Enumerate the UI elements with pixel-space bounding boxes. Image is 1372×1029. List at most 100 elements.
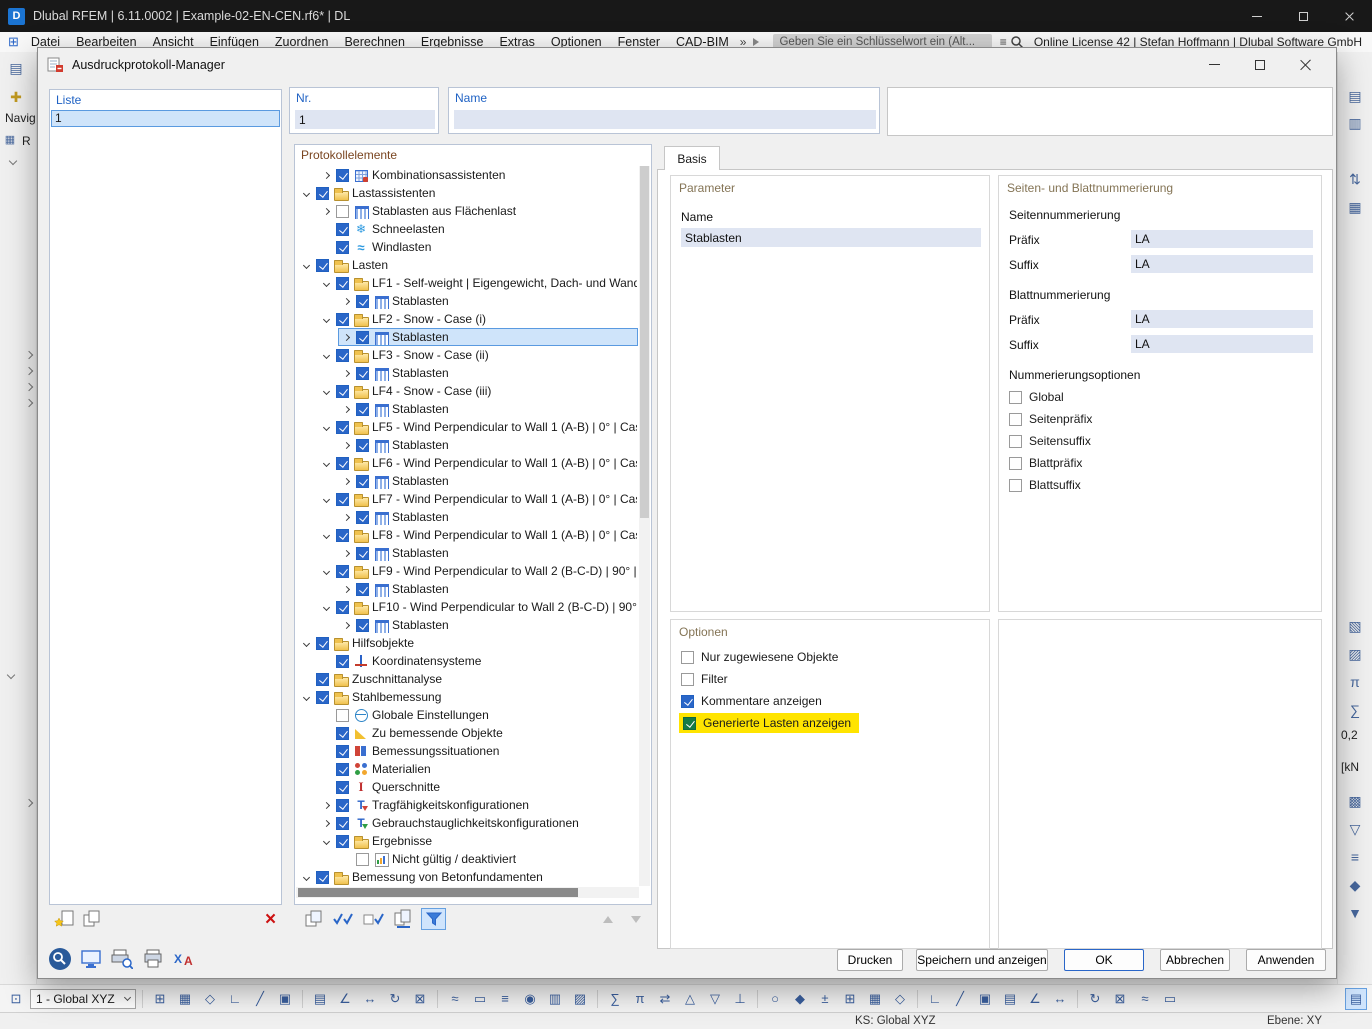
scroll-up-icon[interactable] bbox=[595, 908, 620, 930]
tree-checkbox[interactable] bbox=[356, 439, 369, 452]
tree-item-label[interactable]: Stablasten bbox=[392, 438, 449, 452]
results-icon[interactable]: ± bbox=[814, 988, 836, 1010]
plane-xy-icon[interactable]: ▤ bbox=[309, 988, 331, 1010]
tree-item-label[interactable]: Zu bemessende Objekte bbox=[372, 726, 503, 740]
tree-item-label[interactable]: LF7 - Wind Perpendicular to Wall 1 (A-B)… bbox=[372, 492, 638, 506]
tree-expand-arrow-icon[interactable] bbox=[319, 527, 334, 543]
ok-button[interactable]: OK bbox=[1064, 949, 1144, 971]
page-suffix-input[interactable] bbox=[1131, 255, 1313, 273]
ortho-icon[interactable]: ∟ bbox=[224, 988, 246, 1010]
tree-checkbox[interactable] bbox=[316, 259, 329, 272]
tree-item-label[interactable]: LF1 - Self-weight | Eigengewicht, Dach- … bbox=[372, 276, 638, 290]
tree-checkbox[interactable] bbox=[336, 223, 349, 236]
tree-item-label[interactable]: LF3 - Snow - Case (ii) bbox=[372, 348, 489, 362]
tree-checkbox[interactable] bbox=[316, 187, 329, 200]
cancel-button[interactable]: Abbrechen bbox=[1160, 949, 1230, 971]
tree-expand-arrow-icon[interactable] bbox=[319, 419, 334, 435]
tree-expand-arrow-icon[interactable] bbox=[339, 617, 354, 633]
tree-checkbox[interactable] bbox=[356, 853, 369, 866]
tree-checkbox[interactable] bbox=[336, 709, 349, 722]
tree-checkbox[interactable] bbox=[356, 619, 369, 632]
tree-item-label[interactable]: LF10 - Wind Perpendicular to Wall 2 (B-C… bbox=[372, 600, 638, 614]
chart-icon[interactable]: ▧ bbox=[1344, 615, 1366, 637]
fullscreen-icon[interactable]: ▭ bbox=[1159, 988, 1181, 1010]
tree-item-label[interactable]: Lasten bbox=[352, 258, 388, 272]
grid-icon[interactable]: ▦ bbox=[174, 988, 196, 1010]
save-and-show-button[interactable]: Speichern und anzeigen bbox=[916, 949, 1048, 971]
scrollbar-thumb[interactable] bbox=[298, 888, 578, 897]
edit-icon[interactable]: ✚ bbox=[5, 86, 27, 108]
numbering-icon[interactable]: ⊥ bbox=[729, 988, 751, 1010]
export-icon[interactable]: ▼ bbox=[1344, 902, 1366, 924]
tree-checkbox[interactable] bbox=[356, 367, 369, 380]
tree-checkbox[interactable] bbox=[356, 331, 369, 344]
numbering-option-checkbox[interactable] bbox=[1009, 435, 1022, 448]
tree-checkbox[interactable] bbox=[356, 511, 369, 524]
tree-item-label[interactable]: Globale Einstellungen bbox=[372, 708, 489, 722]
tree-item-label[interactable]: LF8 - Wind Perpendicular to Wall 1 (A-B)… bbox=[372, 528, 638, 542]
tree-expand-arrow-icon[interactable] bbox=[339, 365, 354, 381]
check-selected-icon[interactable] bbox=[361, 908, 386, 930]
tree-checkbox[interactable] bbox=[336, 421, 349, 434]
tree-item-label[interactable]: Stablasten bbox=[392, 294, 449, 308]
expanded-item-icon[interactable] bbox=[7, 671, 15, 679]
tree-expand-arrow-icon[interactable] bbox=[319, 815, 334, 831]
tree-checkbox[interactable] bbox=[316, 673, 329, 686]
numbering-option-checkbox[interactable] bbox=[1009, 391, 1022, 404]
sum-icon[interactable]: ∑ bbox=[1344, 699, 1366, 721]
wireframe-icon[interactable]: ▽ bbox=[704, 988, 726, 1010]
tree-item-label[interactable]: Hilfsobjekte bbox=[352, 636, 414, 650]
tree-checkbox[interactable] bbox=[336, 727, 349, 740]
tree-item-label[interactable]: Stablasten bbox=[392, 402, 449, 416]
tree-checkbox[interactable] bbox=[336, 529, 349, 542]
copy-icon[interactable]: ▭ bbox=[469, 988, 491, 1010]
numbering-option-checkbox[interactable] bbox=[1009, 479, 1022, 492]
clipping-icon[interactable]: ⇄ bbox=[654, 988, 676, 1010]
tree-item-label[interactable]: Stablasten aus Flächenlast bbox=[372, 204, 516, 218]
collapsed-item-icon[interactable] bbox=[25, 383, 33, 391]
tree-checkbox[interactable] bbox=[336, 565, 349, 578]
tree-checkbox[interactable] bbox=[336, 169, 349, 182]
tree-expand-arrow-icon[interactable] bbox=[319, 455, 334, 471]
tree-expand-arrow-icon[interactable] bbox=[319, 599, 334, 615]
supports-icon[interactable]: ○ bbox=[764, 988, 786, 1010]
tree-item-label[interactable]: Stablasten bbox=[392, 474, 449, 488]
tree-expand-arrow-icon[interactable] bbox=[319, 167, 334, 183]
collapsed-item-icon[interactable] bbox=[25, 367, 33, 375]
loads-icon[interactable]: ◆ bbox=[789, 988, 811, 1010]
tree-checkbox[interactable] bbox=[356, 583, 369, 596]
tree-expand-arrow-icon[interactable] bbox=[319, 311, 334, 327]
dialog-maximize-icon[interactable] bbox=[1252, 57, 1268, 73]
tree-expand-arrow-icon[interactable] bbox=[319, 491, 334, 507]
tree-item-label[interactable]: Schneelasten bbox=[372, 222, 445, 236]
tree-checkbox[interactable] bbox=[356, 295, 369, 308]
view-combo[interactable]: 1 - Global XYZ bbox=[30, 989, 136, 1009]
tree-expand-arrow-icon[interactable] bbox=[299, 185, 314, 201]
name-input[interactable] bbox=[454, 110, 876, 129]
report-icon[interactable]: ▥ bbox=[1344, 112, 1366, 134]
apply-button[interactable]: Anwenden bbox=[1246, 949, 1326, 971]
tree-item-label[interactable]: Querschnitte bbox=[372, 780, 440, 794]
dialog-close-icon[interactable] bbox=[1298, 57, 1314, 73]
print-preview-icon[interactable] bbox=[109, 946, 135, 972]
tree-item-label[interactable]: LF5 - Wind Perpendicular to Wall 1 (A-B)… bbox=[372, 420, 638, 434]
dialog-titlebar[interactable]: Ausdruckprotokoll-Manager bbox=[38, 48, 1336, 81]
visibility-icon[interactable]: π bbox=[629, 988, 651, 1010]
tree-expand-arrow-icon[interactable] bbox=[339, 401, 354, 417]
print-button[interactable]: Drucken bbox=[837, 949, 903, 971]
liste-row[interactable]: 1 bbox=[51, 110, 280, 127]
navigator-expand-icon[interactable] bbox=[9, 157, 17, 165]
collapsed-item-icon[interactable] bbox=[25, 799, 33, 807]
zoom-icon[interactable] bbox=[47, 946, 73, 972]
tree-checkbox[interactable] bbox=[336, 781, 349, 794]
tree-checkbox[interactable] bbox=[336, 601, 349, 614]
tree-expand-arrow-icon[interactable] bbox=[339, 581, 354, 597]
tree-expand-arrow-icon[interactable] bbox=[339, 437, 354, 453]
tree-expand-arrow-icon[interactable] bbox=[319, 383, 334, 399]
scroll-down-icon[interactable] bbox=[623, 908, 648, 930]
maximize-icon[interactable] bbox=[1280, 0, 1326, 32]
nr-input[interactable] bbox=[295, 110, 435, 129]
copy-settings-icon[interactable] bbox=[391, 908, 416, 930]
collapsed-item-icon[interactable] bbox=[25, 399, 33, 407]
move-icon[interactable]: ≈ bbox=[444, 988, 466, 1010]
